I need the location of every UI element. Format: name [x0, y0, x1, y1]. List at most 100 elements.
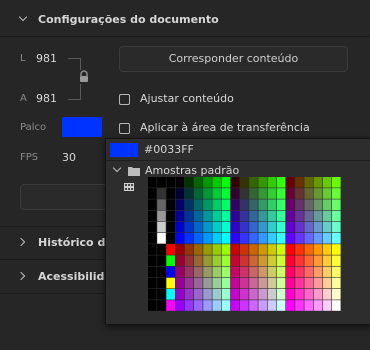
color-swatch[interactable] [230, 266, 240, 278]
color-swatch[interactable] [175, 177, 185, 188]
color-swatch[interactable] [184, 199, 194, 210]
color-swatch[interactable] [295, 266, 304, 278]
color-swatch[interactable] [212, 210, 221, 222]
color-swatch[interactable] [203, 244, 212, 255]
color-swatch[interactable] [267, 289, 277, 300]
color-swatch[interactable] [184, 255, 194, 266]
color-swatch[interactable] [276, 289, 286, 300]
color-swatch[interactable] [313, 300, 323, 311]
color-swatch[interactable] [194, 188, 203, 199]
color-swatch[interactable] [203, 221, 212, 233]
color-swatch[interactable] [258, 255, 267, 266]
color-swatch[interactable] [313, 289, 323, 300]
color-swatch[interactable] [212, 233, 221, 244]
color-swatch[interactable] [203, 266, 212, 278]
color-swatch[interactable] [332, 188, 341, 199]
color-swatch[interactable] [322, 188, 332, 199]
color-swatch[interactable] [258, 177, 267, 188]
color-swatch[interactable] [276, 277, 286, 289]
color-swatch[interactable] [221, 255, 231, 266]
color-swatch[interactable] [221, 244, 231, 255]
color-swatch[interactable] [148, 289, 157, 300]
color-swatch[interactable] [295, 244, 304, 255]
color-swatch[interactable] [194, 255, 203, 266]
color-swatch[interactable] [322, 233, 332, 244]
color-swatch[interactable] [258, 244, 267, 255]
color-swatch[interactable] [249, 244, 258, 255]
color-swatch[interactable] [322, 244, 332, 255]
color-swatch[interactable] [166, 221, 175, 233]
color-swatch[interactable] [295, 188, 304, 199]
color-swatch[interactable] [249, 188, 258, 199]
color-swatch[interactable] [286, 221, 295, 233]
color-swatch[interactable] [322, 277, 332, 289]
color-swatch[interactable] [221, 221, 231, 233]
color-swatch[interactable] [332, 233, 341, 244]
color-swatch[interactable] [148, 210, 157, 222]
color-swatch[interactable] [184, 210, 194, 222]
color-swatch[interactable] [194, 266, 203, 278]
color-swatch[interactable] [313, 266, 323, 278]
color-swatch[interactable] [332, 244, 341, 255]
color-swatch[interactable] [148, 221, 157, 233]
color-swatch[interactable] [304, 221, 313, 233]
swatch-group-label[interactable]: Amostras padrão [145, 164, 239, 177]
color-swatch[interactable] [148, 188, 157, 199]
color-swatch[interactable] [249, 266, 258, 278]
color-swatch[interactable] [267, 210, 277, 222]
color-swatch[interactable] [166, 300, 175, 311]
color-swatch[interactable] [286, 244, 295, 255]
color-swatch[interactable] [230, 210, 240, 222]
color-swatch[interactable] [230, 277, 240, 289]
color-swatch[interactable] [286, 199, 295, 210]
color-swatch[interactable] [313, 188, 323, 199]
color-swatch[interactable] [203, 188, 212, 199]
color-swatch[interactable] [249, 199, 258, 210]
color-swatch[interactable] [267, 277, 277, 289]
color-swatch[interactable] [194, 199, 203, 210]
color-swatch[interactable] [157, 210, 166, 222]
color-swatch[interactable] [166, 255, 175, 266]
color-swatch[interactable] [157, 277, 166, 289]
color-swatch[interactable] [249, 255, 258, 266]
color-swatch[interactable] [295, 300, 304, 311]
color-swatch[interactable] [212, 244, 221, 255]
color-swatch[interactable] [276, 244, 286, 255]
color-swatch[interactable] [286, 177, 295, 188]
color-swatch[interactable] [332, 199, 341, 210]
color-swatch[interactable] [175, 199, 185, 210]
color-swatch[interactable] [267, 300, 277, 311]
color-swatch[interactable] [212, 289, 221, 300]
color-swatch[interactable] [258, 221, 267, 233]
color-swatch[interactable] [194, 300, 203, 311]
color-swatch[interactable] [230, 188, 240, 199]
color-swatch[interactable] [332, 277, 341, 289]
collapse-chevron-icon[interactable] [18, 12, 28, 22]
color-swatch[interactable] [258, 266, 267, 278]
color-swatch[interactable] [240, 188, 249, 199]
color-swatch[interactable] [267, 177, 277, 188]
color-swatch[interactable] [304, 289, 313, 300]
color-swatch[interactable] [221, 177, 231, 188]
color-swatch[interactable] [276, 210, 286, 222]
color-swatch[interactable] [267, 221, 277, 233]
stage-color-swatch[interactable] [62, 117, 102, 137]
color-swatch[interactable] [304, 266, 313, 278]
color-swatch[interactable] [313, 244, 323, 255]
color-swatch[interactable] [157, 300, 166, 311]
color-swatch[interactable] [322, 221, 332, 233]
color-swatch[interactable] [249, 177, 258, 188]
color-swatch[interactable] [304, 233, 313, 244]
apply-clipboard-label[interactable]: Aplicar à área de transferência [140, 121, 310, 134]
color-swatch[interactable] [295, 199, 304, 210]
color-swatch[interactable] [184, 221, 194, 233]
color-swatch[interactable] [267, 199, 277, 210]
color-swatch[interactable] [194, 177, 203, 188]
color-swatch[interactable] [258, 199, 267, 210]
color-swatch[interactable] [313, 277, 323, 289]
color-swatch[interactable] [322, 300, 332, 311]
color-swatch[interactable] [230, 255, 240, 266]
color-swatch[interactable] [240, 300, 249, 311]
color-swatch[interactable] [276, 300, 286, 311]
color-swatch[interactable] [304, 188, 313, 199]
